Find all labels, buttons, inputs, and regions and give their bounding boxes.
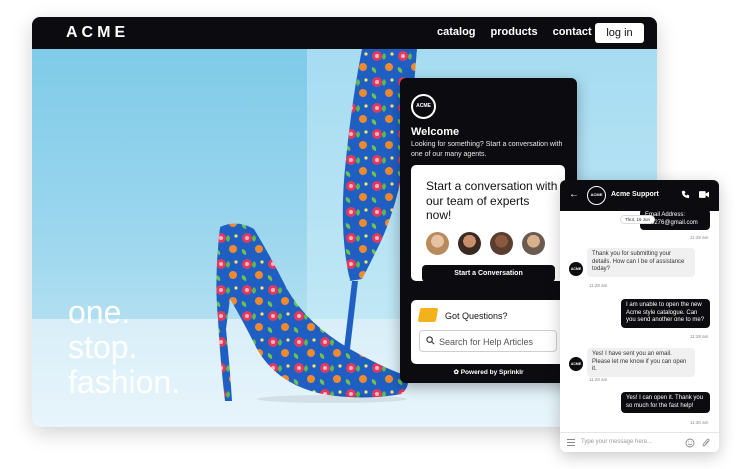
message-time: 11:28 am bbox=[690, 235, 709, 240]
agent-avatar bbox=[490, 232, 513, 255]
message-input[interactable]: Type your message here... bbox=[581, 439, 652, 445]
back-arrow-icon[interactable]: ← bbox=[569, 189, 579, 200]
nav-contact[interactable]: contact bbox=[553, 26, 592, 38]
date-separator: Thur, 16 Jun bbox=[620, 215, 656, 224]
tagline-line-2: stop. bbox=[68, 329, 138, 365]
chat-panel: ← ACME Acme Support Email Address: …0276… bbox=[560, 180, 719, 452]
tagline-line-1: one. bbox=[68, 294, 131, 330]
agent-mini-avatar: ACME bbox=[569, 357, 583, 371]
chat-composer: Type your message here... bbox=[560, 432, 719, 452]
start-conversation-button[interactable]: Start a Conversation bbox=[422, 265, 555, 282]
powered-by-label: ✿ Powered by Sprinklr bbox=[400, 368, 577, 376]
nav-catalog[interactable]: catalog bbox=[437, 26, 476, 38]
start-conversation-card: Start a conversation with our team of ex… bbox=[411, 165, 565, 282]
agent-avatar bbox=[458, 232, 481, 255]
widget-title: Welcome bbox=[411, 126, 460, 138]
login-button[interactable]: log in bbox=[595, 23, 644, 43]
hero-tagline: one. stop. fashion. bbox=[68, 295, 180, 400]
chat-header: ← ACME Acme Support bbox=[560, 180, 719, 211]
chat-avatar: ACME bbox=[587, 186, 606, 205]
tagline-line-3: fashion. bbox=[68, 364, 181, 400]
message-time: 11:28 am bbox=[589, 283, 608, 288]
sprinklr-icon: ✿ bbox=[453, 369, 461, 376]
outgoing-message: I am unable to open the new Acme style c… bbox=[621, 299, 710, 328]
agent-avatar bbox=[426, 232, 449, 255]
emoji-icon[interactable] bbox=[685, 438, 695, 448]
message-time: 11:30 am bbox=[690, 420, 709, 425]
message-time: 11:28 am bbox=[589, 377, 608, 382]
help-title: Got Questions? bbox=[445, 311, 508, 321]
book-icon bbox=[417, 308, 439, 322]
video-icon[interactable] bbox=[699, 191, 709, 198]
menu-icon[interactable] bbox=[567, 439, 575, 446]
agent-mini-avatar: ACME bbox=[569, 262, 583, 276]
search-placeholder: Search for Help Articles bbox=[439, 337, 534, 347]
chat-contact-name: Acme Support bbox=[611, 191, 659, 198]
powered-text: Powered by Sprinklr bbox=[460, 369, 524, 376]
site-navbar: ACME catalog products contact log in bbox=[32, 17, 657, 49]
nav-products[interactable]: products bbox=[491, 26, 538, 38]
widget-subtitle: Looking for something? Start a conversat… bbox=[411, 141, 563, 158]
card-heading: Start a conversation with our team of ex… bbox=[426, 179, 558, 222]
paperclip-icon[interactable] bbox=[702, 438, 710, 448]
phone-icon[interactable] bbox=[681, 190, 690, 199]
support-widget: ACME Welcome Looking for something? Star… bbox=[400, 78, 577, 383]
message-time: 11:28 am bbox=[690, 334, 709, 339]
agent-avatar bbox=[522, 232, 545, 255]
help-search-input[interactable]: Search for Help Articles bbox=[419, 330, 557, 352]
incoming-message: Thank you for submitting your details. H… bbox=[587, 248, 695, 277]
search-icon bbox=[426, 336, 435, 345]
chat-messages: Email Address: …0276@gmail.com Thur, 16 … bbox=[560, 209, 719, 432]
nav-links: catalog products contact bbox=[437, 26, 592, 38]
promo-composite: ACME catalog products contact log in one… bbox=[0, 0, 750, 469]
incoming-message: Yes! I have sent you an email. Please le… bbox=[587, 348, 695, 377]
brand-avatar: ACME bbox=[411, 94, 436, 119]
site-logo[interactable]: ACME bbox=[66, 24, 129, 42]
outgoing-message: Yes! I can open it. Thank you so much fo… bbox=[621, 392, 710, 413]
help-card: Got Questions? Search for Help Articles bbox=[411, 300, 565, 364]
agent-avatars bbox=[426, 232, 545, 255]
